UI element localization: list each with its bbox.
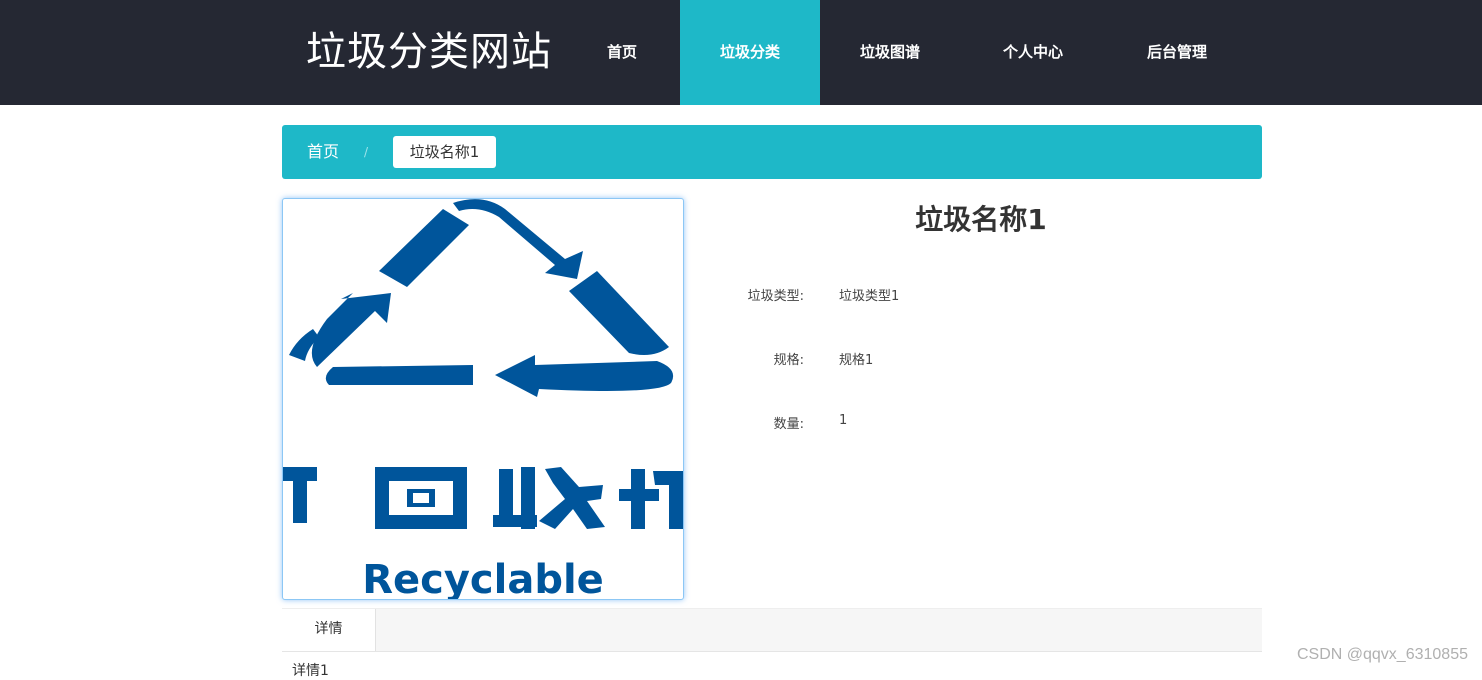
field-label-quantity: 数量: [773, 417, 804, 432]
recycle-arrow-left-icon [311, 293, 391, 367]
field-label-type: 垃圾类型: [747, 289, 804, 304]
breadcrumb: 首页 / 垃圾名称1 [282, 125, 1262, 179]
nav-home[interactable]: 首页 [586, 0, 658, 105]
nav-admin[interactable]: 后台管理 [1129, 0, 1225, 105]
recyclable-logo: Recyclable [283, 199, 683, 599]
breadcrumb-current: 垃圾名称1 [393, 136, 496, 168]
breadcrumb-separator: / [364, 145, 369, 159]
tab-details[interactable]: 详情 [282, 609, 376, 651]
item-title: 垃圾名称1 [915, 203, 1047, 236]
top-header: 垃圾分类网站 首页 垃圾分类 垃圾图谱 个人中心 后台管理 [0, 0, 1482, 105]
nav-garbage-classification[interactable]: 垃圾分类 [680, 0, 820, 105]
field-value-type: 垃圾类型1 [839, 289, 900, 304]
recycle-arrow-bottom-icon [495, 355, 674, 397]
field-label-spec: 规格: [773, 353, 804, 368]
item-image: Recyclable [282, 198, 684, 600]
breadcrumb-home-link[interactable]: 首页 [307, 125, 339, 179]
detail-content: 详情1 [292, 663, 329, 679]
recyclable-logo-text: Recyclable [362, 557, 604, 599]
field-value-quantity: 1 [839, 413, 848, 428]
site-title: 垃圾分类网站 [306, 29, 552, 75]
watermark: CSDN @qqvx_6310855 [1296, 646, 1468, 663]
recycle-arrow-left-bar-icon [379, 209, 469, 287]
recycle-arrow-top-icon [453, 199, 583, 279]
nav-personal-center[interactable]: 个人中心 [985, 0, 1081, 105]
detail-tabs: 详情 [282, 608, 1262, 652]
nav-garbage-atlas[interactable]: 垃圾图谱 [842, 0, 938, 105]
recycle-right-bar-icon [569, 271, 669, 355]
recycle-bottom-left-bar-icon [325, 365, 473, 385]
field-value-spec: 规格1 [839, 353, 874, 368]
